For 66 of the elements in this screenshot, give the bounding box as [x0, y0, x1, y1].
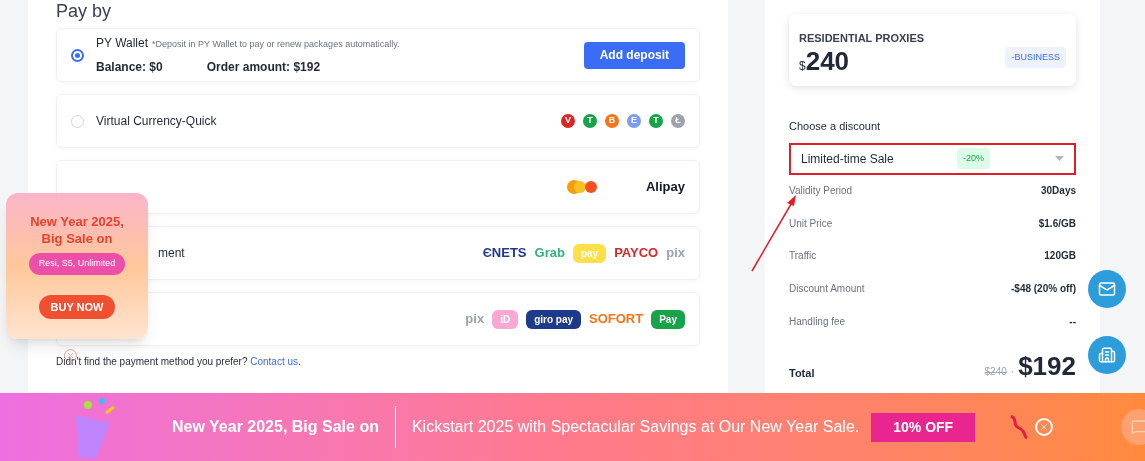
detail-label: Handling fee: [789, 314, 846, 329]
radio-button[interactable]: [71, 48, 84, 62]
currency-sign: $: [799, 59, 806, 75]
building-button[interactable]: [1088, 336, 1126, 374]
detail-label: Traffic: [789, 249, 817, 264]
chat-icon: [1131, 419, 1145, 435]
detail-value: 30Days: [1040, 184, 1076, 199]
separator-dot: ·: [1010, 365, 1015, 380]
add-deposit-button[interactable]: Add deposit: [583, 41, 685, 69]
method-note: *Deposit in PY Wallet to pay or renew packages automatically.: [152, 38, 400, 51]
product-price: 240: [805, 46, 850, 76]
discount-label: Choose a discount: [789, 119, 882, 134]
brand-logo: iD: [492, 309, 519, 329]
discount-select[interactable]: Limited-time Sale -20%: [789, 142, 1076, 175]
method-label: ment: [158, 245, 185, 262]
detail-label: Validity Period: [789, 184, 853, 199]
method-label: PY Wallet: [96, 35, 149, 52]
brand-logo: pay: [572, 243, 607, 263]
mail-icon: [1098, 280, 1116, 298]
brand-logo: Alipay: [646, 178, 685, 197]
close-icon: [1039, 422, 1050, 432]
brand-logo: ЄNETS: [482, 244, 527, 263]
brand-logo: SOFORT: [589, 310, 644, 329]
dropdown-caret-icon: [1055, 156, 1064, 161]
coin-icon: E: [627, 114, 641, 128]
detail-value: 120GB: [1044, 249, 1076, 264]
mail-button[interactable]: [1088, 270, 1126, 308]
total-price: $192: [1018, 351, 1076, 382]
discount-ribbon: 10% OFF: [871, 412, 976, 442]
banner-text: Kickstart 2025 with Spectacular Savings at Our New Year Sale.: [411, 417, 860, 437]
detail-value: -$48 (20% off): [1011, 282, 1076, 297]
detail-value: --: [1069, 314, 1076, 329]
coin-icon: T: [649, 114, 663, 128]
brand-logo: PAYCO: [614, 244, 659, 263]
balance-text: Balance: $0: [96, 59, 163, 76]
payment-option[interactable]: PY Wallet *Deposit in PY Wallet to pay or renew packages automatically. Balance: $0 Order amount: $192 Add deposit: [56, 28, 700, 82]
banner-title: New Year 2025, Big Sale on: [172, 417, 379, 437]
card-brand-icon: [564, 179, 598, 195]
detail-label: Discount Amount: [789, 282, 865, 297]
coin-icon: V: [561, 114, 575, 128]
discount-value: Limited-time Sale: [801, 150, 895, 168]
discount-badge: -20%: [957, 147, 990, 170]
coin-icon: Ł: [671, 114, 685, 128]
product-name: RESIDENTIAL PROXIES: [799, 30, 925, 46]
detail-label: Unit Price: [789, 216, 833, 231]
promo-tag: Resi, S5, Unlimited: [28, 253, 126, 275]
buy-now-button[interactable]: BUY NOW: [38, 294, 116, 319]
help-text: Didn't find the payment method you prefer? Contact us.: [56, 356, 301, 367]
building-icon: [1098, 346, 1116, 364]
brand-logo: Pay: [651, 309, 685, 329]
close-banner-button[interactable]: [1035, 418, 1054, 436]
brand-logo: pix: [465, 310, 485, 329]
brand-logo: giro pay: [526, 309, 582, 329]
method-label: Virtual Currency-Quick: [96, 113, 217, 130]
brand-logo: Grab: [534, 244, 565, 263]
coin-icon: B: [605, 114, 619, 128]
brand-logo: pix: [666, 244, 685, 263]
total-label: Total: [789, 365, 815, 381]
plan-badge: -BUSINESS: [1005, 46, 1066, 68]
payment-option[interactable]: Virtual Currency-Quick V T B E T Ł: [56, 94, 700, 148]
detail-value: $1.6/GB: [1038, 216, 1076, 231]
section-title: Pay by: [56, 0, 113, 22]
coin-icon: T: [583, 114, 597, 128]
order-amount: Order amount: $192: [206, 59, 321, 76]
streamer-icon: [1009, 414, 1030, 440]
original-price: $240: [984, 365, 1007, 380]
